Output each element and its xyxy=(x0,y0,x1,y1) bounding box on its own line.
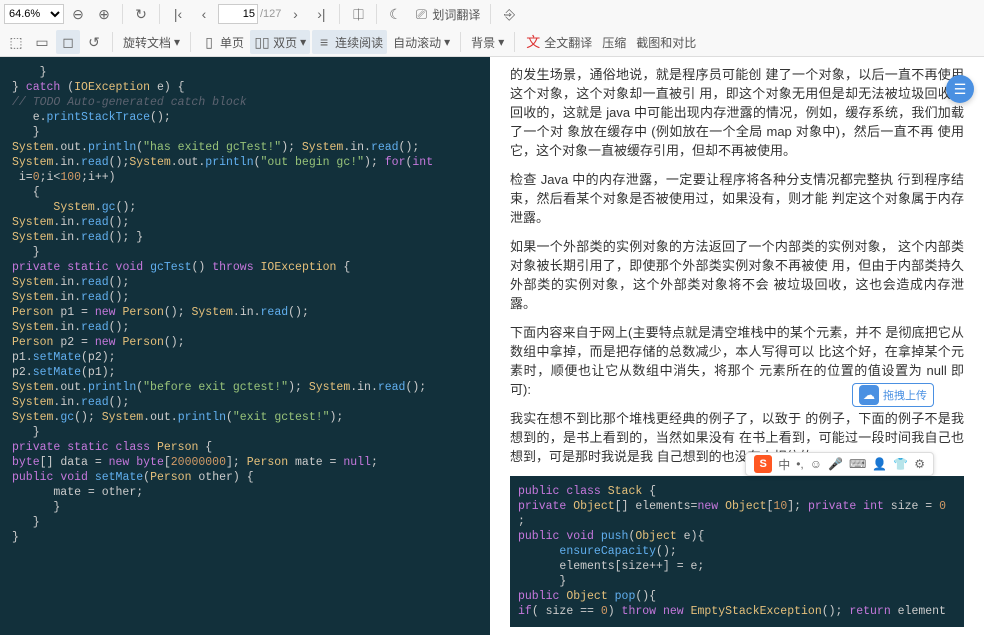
actual-icon: ◻ xyxy=(60,34,76,50)
toolbar: 64.6% ⊖ ⊕ ↻ |‹ ‹ /127 › ›| ⎅ ☾ ⎚划词翻译 ⎆ ⬚… xyxy=(0,0,984,57)
upload-label: 拖拽上传 xyxy=(883,387,927,403)
zoom-in-button[interactable]: ⊕ xyxy=(92,2,116,26)
right-code-block: public class Stack { private Object[] el… xyxy=(510,476,964,627)
reflow-button[interactable]: ↺ xyxy=(82,30,106,54)
background-button[interactable]: 背景 ▾ xyxy=(467,30,508,54)
zoom-select[interactable]: 64.6% xyxy=(4,4,64,24)
rotate-icon: ↻ xyxy=(133,6,149,22)
compress-button[interactable]: 压缩 xyxy=(598,30,630,54)
rotate-doc-button[interactable]: 旋转文档 ▾ xyxy=(119,30,184,54)
auto-scroll-button[interactable]: 自动滚动 ▾ xyxy=(389,30,454,54)
toolbar-row-1: 64.6% ⊖ ⊕ ↻ |‹ ‹ /127 › ›| ⎅ ☾ ⎚划词翻译 ⎆ xyxy=(0,0,984,28)
paragraph-1: 的发生场景，通俗地说，就是程序员可能创 建了一个对象，以后一直不再使用这个对象，… xyxy=(510,65,964,160)
ime-toolbox-icon[interactable]: ⚙ xyxy=(914,457,925,471)
right-page-text: 的发生场景，通俗地说，就是程序员可能创 建了一个对象，以后一直不再使用这个对象，… xyxy=(490,57,984,635)
fit-page-button[interactable]: ▭ xyxy=(30,30,54,54)
word-translate-button[interactable]: ⎚划词翻译 xyxy=(409,2,484,26)
fit-width-icon: ⬚ xyxy=(8,34,24,50)
double-page-button[interactable]: ▯▯双页 ▾ xyxy=(250,30,310,54)
ime-punct-icon[interactable]: •, xyxy=(796,457,804,471)
single-page-button[interactable]: ▯单页 xyxy=(197,30,248,54)
ime-voice-icon[interactable]: 🎤 xyxy=(828,457,843,471)
assistant-icon: ☰ xyxy=(954,81,967,98)
continuous-icon: ≡ xyxy=(316,34,332,50)
chevron-down-icon: ▾ xyxy=(174,35,180,49)
translate-doc-icon: 文 xyxy=(525,34,541,50)
prev-page-button[interactable]: ‹ xyxy=(192,2,216,26)
cloud-upload-icon: ☁ xyxy=(859,385,879,405)
actual-size-button[interactable]: ◻ xyxy=(56,30,80,54)
ime-toolbar[interactable]: S 中 •, ☺ 🎤 ⌨ 👤 👕 ⚙ xyxy=(745,452,934,476)
ime-skin-icon[interactable]: 👕 xyxy=(893,457,908,471)
sogou-logo-icon: S xyxy=(754,455,772,473)
translate-icon: ⎚ xyxy=(413,6,429,22)
chevron-down-icon: ▾ xyxy=(444,35,450,49)
toolbar-row-2: ⬚ ▭ ◻ ↺ 旋转文档 ▾ ▯单页 ▯▯双页 ▾ ≡连续阅读 自动滚动 ▾ 背… xyxy=(0,28,984,56)
bookmark-button[interactable]: ⎅ xyxy=(346,2,370,26)
ime-emoji-icon[interactable]: ☺ xyxy=(810,457,822,471)
upload-badge[interactable]: ☁ 拖拽上传 xyxy=(852,383,934,407)
single-page-icon: ▯ xyxy=(201,34,217,50)
first-page-button[interactable]: |‹ xyxy=(166,2,190,26)
edit-button[interactable]: ⎆ xyxy=(497,2,521,26)
paragraph-2: 检查 Java 中的内存泄露，一定要让程序将各种分支情况都完整执 行到程序结束，… xyxy=(510,170,964,227)
paragraph-3: 如果一个外部类的实例对象的方法返回了一个内部类的实例对象， 这个内部类对象被长期… xyxy=(510,237,964,313)
zoom-out-icon: ⊖ xyxy=(70,6,86,22)
chevron-down-icon: ▾ xyxy=(300,35,306,49)
fit-page-icon: ▭ xyxy=(34,34,50,50)
rotate-button[interactable]: ↻ xyxy=(129,2,153,26)
bookmark-icon: ⎅ xyxy=(350,6,366,22)
prev-icon: ‹ xyxy=(196,6,212,22)
full-translate-button[interactable]: 文全文翻译 xyxy=(521,30,596,54)
reflow-icon: ↺ xyxy=(86,34,102,50)
next-page-button[interactable]: › xyxy=(283,2,307,26)
left-page-code: } } catch (IOException e) { // TODO Auto… xyxy=(0,57,490,635)
fit-width-button[interactable]: ⬚ xyxy=(4,30,28,54)
double-page-icon: ▯▯ xyxy=(254,34,270,50)
ime-keyboard-icon[interactable]: ⌨ xyxy=(849,457,866,471)
next-icon: › xyxy=(287,6,303,22)
screenshot-compare-button[interactable]: 截图和对比 xyxy=(632,30,700,54)
continuous-button[interactable]: ≡连续阅读 xyxy=(312,30,387,54)
chevron-down-icon: ▾ xyxy=(498,35,504,49)
assistant-floating-button[interactable]: ☰ xyxy=(946,75,974,103)
last-icon: ›| xyxy=(313,6,329,22)
moon-icon: ☾ xyxy=(387,6,403,22)
page-input[interactable] xyxy=(218,4,258,24)
first-icon: |‹ xyxy=(170,6,186,22)
page-total: /127 xyxy=(260,8,281,20)
ime-lang[interactable]: 中 xyxy=(778,456,790,473)
last-page-button[interactable]: ›| xyxy=(309,2,333,26)
night-mode-button[interactable]: ☾ xyxy=(383,2,407,26)
edit-icon: ⎆ xyxy=(501,6,517,22)
document-content: } } catch (IOException e) { // TODO Auto… xyxy=(0,57,984,635)
ime-user-icon[interactable]: 👤 xyxy=(872,457,887,471)
zoom-out-button[interactable]: ⊖ xyxy=(66,2,90,26)
zoom-in-icon: ⊕ xyxy=(96,6,112,22)
